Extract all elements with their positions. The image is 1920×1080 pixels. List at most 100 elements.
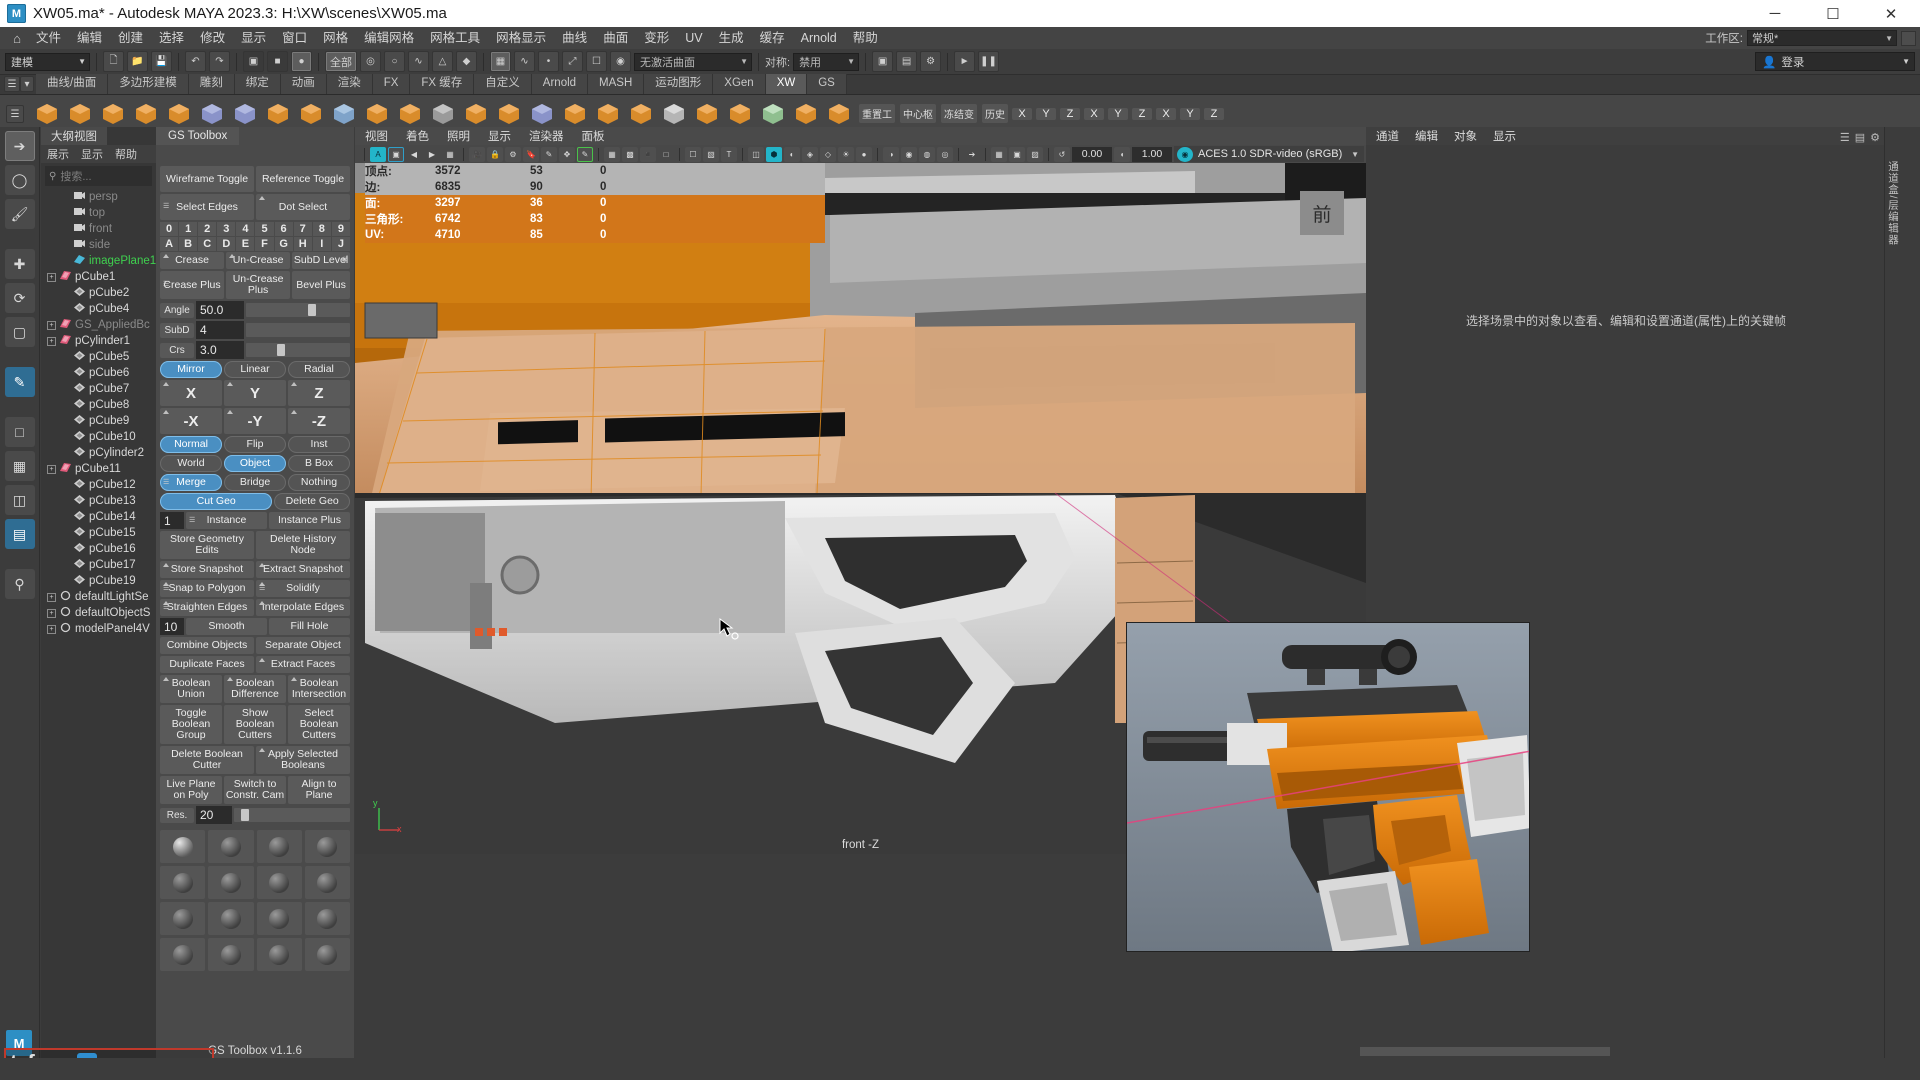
gs-smooth-count[interactable]: 10 <box>160 618 184 635</box>
shelf-icon-1[interactable] <box>65 99 95 129</box>
shelf-icon-16[interactable] <box>560 99 590 129</box>
shelf-util-button-3[interactable]: 历史 <box>982 104 1008 123</box>
undo-icon[interactable]: ↶ <box>185 51 206 72</box>
options-arrow-icon[interactable] <box>163 677 169 681</box>
two-d-pan-zoom-icon[interactable]: ✥ <box>559 146 575 162</box>
grease-pencil-icon[interactable]: ✎ <box>577 146 593 162</box>
gs-res-slider[interactable] <box>234 808 350 822</box>
smooth-shade-all-icon[interactable]: ⬢ <box>766 146 782 162</box>
outliner-item-gs_appliedbc[interactable]: + GS_AppliedBc <box>41 317 156 333</box>
gs-instance-plus-button[interactable]: Instance Plus <box>269 512 350 529</box>
gs-key-B[interactable]: B <box>179 237 198 251</box>
options-arrow-icon[interactable] <box>163 254 169 258</box>
outliner-item-front[interactable]: front <box>41 221 156 237</box>
menu-handle-icon[interactable]: ☰ <box>259 585 265 592</box>
shelf-tab-14[interactable]: GS <box>807 74 847 94</box>
multisample-icon[interactable]: ◎ <box>937 146 953 162</box>
gs-b-box-button[interactable]: B Box <box>288 455 350 472</box>
gs-crease-button[interactable]: Crease <box>160 252 225 269</box>
shelf-util-button-1[interactable]: 中心枢 <box>900 104 936 123</box>
persp-outliner-layout-icon[interactable]: ◫ <box>4 485 35 515</box>
gs-boolean-intersection-button[interactable]: Boolean Intersection <box>288 675 350 703</box>
slider-knob[interactable] <box>308 304 317 316</box>
filter-curves-icon[interactable]: ∿ <box>408 51 429 72</box>
menu-item-8[interactable]: 编辑网格 <box>356 27 422 49</box>
gs-solidify-button[interactable]: ☰ Solidify <box>256 580 350 597</box>
make-live-icon[interactable]: ◉ <box>610 51 631 72</box>
outliner-item-pcube7[interactable]: pCube7 <box>41 381 156 397</box>
menu-item-14[interactable]: UV <box>677 27 710 49</box>
select-by-object-icon[interactable]: ■ <box>267 51 288 72</box>
expand-icon[interactable]: + <box>47 336 56 346</box>
gs-material-swatch-3[interactable] <box>304 830 350 863</box>
menu-handle-icon[interactable]: ☰ <box>163 585 169 592</box>
gs-material-swatch-11[interactable] <box>304 902 350 935</box>
gs-material-swatch-2[interactable] <box>256 830 302 863</box>
outliner-item-pcube4[interactable]: pCube4 <box>41 301 156 317</box>
shelf-axis-button-1[interactable]: Y <box>1036 107 1056 120</box>
gs-delete-boolean-cutter-button[interactable]: Delete Boolean Cutter <box>160 746 254 774</box>
exposure-value[interactable]: 0.00 <box>1072 146 1112 162</box>
gs-field-slider[interactable] <box>246 303 350 317</box>
bookmark-icon[interactable]: 🔖 <box>523 146 539 162</box>
gs-field-slider[interactable] <box>246 323 350 337</box>
gs-toggle-boolean-group-button[interactable]: Toggle Boolean Group <box>160 705 222 744</box>
gs-world-button[interactable]: World <box>160 455 222 472</box>
shelf-icon-20[interactable] <box>692 99 722 129</box>
outliner-item-persp[interactable]: persp <box>41 189 156 205</box>
options-arrow-icon[interactable] <box>291 382 297 386</box>
gs-key-G[interactable]: G <box>274 237 293 251</box>
outliner-menu-1[interactable]: 显示 <box>81 146 103 162</box>
expand-icon[interactable]: + <box>47 464 56 474</box>
reference-image-thumbnail[interactable] <box>1126 622 1530 952</box>
gs-delete-history-node-button[interactable]: Delete History Node <box>256 531 350 559</box>
shelf-tab-0[interactable]: 曲线/曲面 <box>36 74 109 94</box>
outliner-menu-2[interactable]: 帮助 <box>115 146 137 162</box>
gs-field-value[interactable]: 50.0 <box>196 301 244 319</box>
menu-item-12[interactable]: 曲面 <box>595 27 636 49</box>
gs-material-swatch-9[interactable] <box>208 902 254 935</box>
outliner-menu-0[interactable]: 展示 <box>47 146 69 162</box>
snap-view-plane-icon[interactable]: ☐ <box>586 51 607 72</box>
gs-align-to-plane-button[interactable]: Align to Plane <box>288 776 350 804</box>
gs-store-snapshot-button[interactable]: Store Snapshot <box>160 561 254 578</box>
gs-field-value[interactable]: 3.0 <box>196 341 244 359</box>
motion-blur-icon[interactable]: ◍ <box>919 146 935 162</box>
shelf-util-button-2[interactable]: 冻结变 <box>941 104 977 123</box>
shelf-icon-22[interactable] <box>758 99 788 129</box>
gs-un-crease-plus-button[interactable]: Un-Crease Plus <box>226 271 291 299</box>
gs-key-2[interactable]: 2 <box>198 222 217 236</box>
gs-snap-to-polygon-button[interactable]: ☰ Snap to Polygon <box>160 580 254 597</box>
expand-icon[interactable]: + <box>47 320 56 330</box>
shadows-icon[interactable]: ◑ <box>883 146 899 162</box>
new-scene-icon[interactable]: 🗋 <box>103 51 124 72</box>
gs-apply-selected-booleans-button[interactable]: Apply Selected Booleans <box>256 746 350 774</box>
shelf-tab-11[interactable]: 运动图形 <box>644 74 714 94</box>
gs-key-E[interactable]: E <box>236 237 255 251</box>
workspace-save-icon[interactable] <box>1901 30 1916 46</box>
menu-item-11[interactable]: 曲线 <box>554 27 595 49</box>
gs-inst-button[interactable]: Inst <box>288 436 350 453</box>
gs-material-swatch-12[interactable] <box>160 938 206 971</box>
shelf-axis-button-8[interactable]: Z <box>1204 107 1224 120</box>
playblast-icon[interactable]: ► <box>954 51 976 72</box>
shelf-tab-9[interactable]: Arnold <box>531 74 589 94</box>
options-arrow-icon[interactable] <box>227 382 233 386</box>
filter-handles-icon[interactable]: ◎ <box>360 51 381 72</box>
options-arrow-icon[interactable] <box>259 563 265 567</box>
minimize-button[interactable]: ─ <box>1746 0 1804 27</box>
gs-material-swatch-0[interactable] <box>160 830 206 863</box>
live-surface-field[interactable]: 无激活曲面 ▼ <box>634 52 752 71</box>
shade-flat-icon[interactable]: ◐ <box>784 146 800 162</box>
outliner-item-pcube11[interactable]: + pCube11 <box>41 461 156 477</box>
gs-y-button[interactable]: -Y <box>224 408 286 434</box>
single-view-layout-icon[interactable]: □ <box>4 417 35 447</box>
gs-straighten-edges-button[interactable]: ☰ Straighten Edges <box>160 599 254 616</box>
shelf-icon-13[interactable] <box>461 99 491 129</box>
menuset-select[interactable]: 建模 ▼ <box>5 52 90 71</box>
select-camera-icon[interactable]: A <box>370 146 386 162</box>
snap-point-icon[interactable]: • <box>538 51 559 72</box>
gs-z-button[interactable]: Z <box>288 380 350 406</box>
ipr-render-icon[interactable]: ▤ <box>896 51 918 72</box>
search-input[interactable]: 搜索... <box>60 168 91 184</box>
